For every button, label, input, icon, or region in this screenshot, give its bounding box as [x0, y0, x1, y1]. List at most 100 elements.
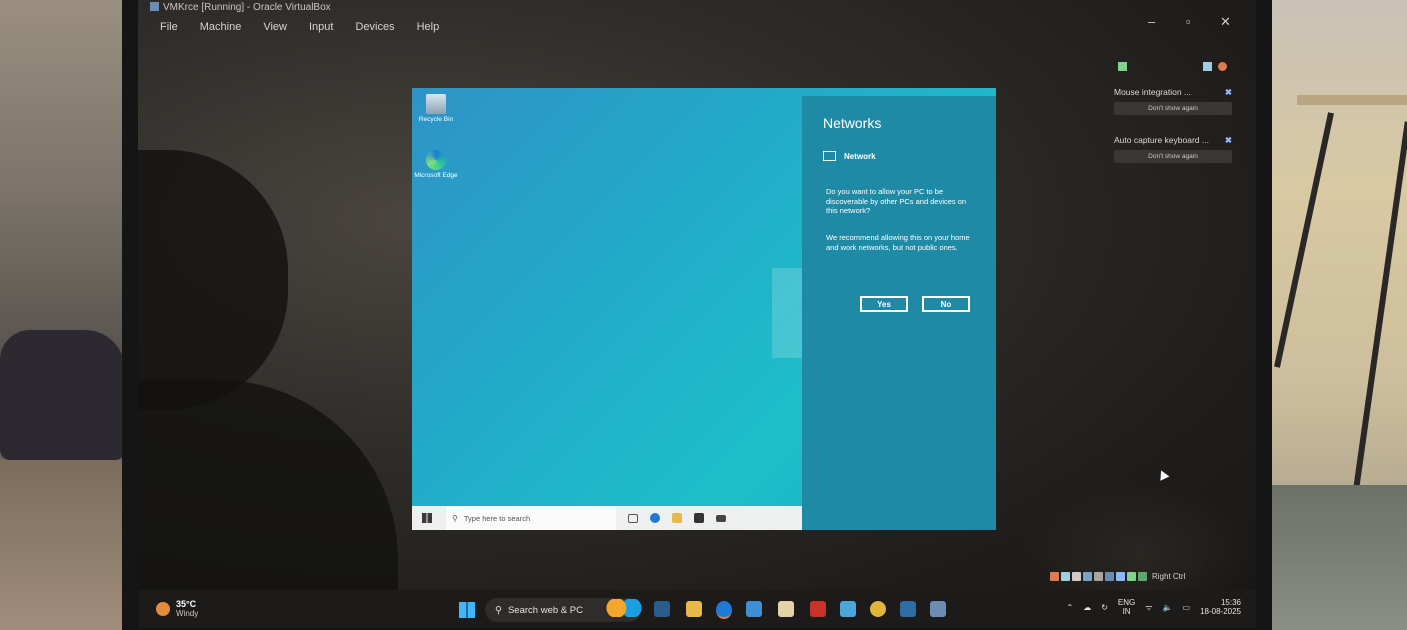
search-icon: ⚲: [495, 604, 502, 616]
chrome-icon[interactable]: [870, 601, 886, 617]
mail-icon[interactable]: [840, 601, 856, 617]
network-name: Network: [844, 151, 876, 161]
dont-show-again-button[interactable]: Don't show again: [1114, 102, 1232, 115]
search-label: Search web & PC: [507, 604, 583, 616]
vscode-icon[interactable]: [900, 601, 916, 617]
mouse-pointer: [1156, 468, 1170, 481]
refresh-icon[interactable]: ↻: [1101, 603, 1108, 612]
file-explorer-icon[interactable]: [686, 601, 702, 617]
close-icon[interactable]: ✖: [1225, 87, 1232, 98]
panel-title: Networks: [823, 115, 882, 131]
system-tray: ⌃ ☁ ↻ ENG IN ᯤ 🔈 ▭ 15:36 18-08-2025: [1066, 598, 1241, 616]
desktop-icon-recycle-bin[interactable]: Recycle Bin: [414, 94, 458, 123]
networks-panel: Networks Network Do you want to allow yo…: [802, 96, 996, 530]
task-view-icon[interactable]: [654, 601, 670, 617]
edge-icon[interactable]: [716, 601, 732, 619]
status-icon[interactable]: [1061, 572, 1070, 581]
host-taskbar: 35°C Windy ⚲ Search web & PC ⌃ ☁ ↻ ENG I…: [138, 590, 1256, 628]
vbox-status-bar: Right Ctrl: [1050, 572, 1185, 581]
volume-icon[interactable]: 🔈: [1163, 603, 1173, 612]
notification-auto-capture: Auto capture keyboard ... ✖ Don't show ag…: [1114, 135, 1232, 163]
cloud-icon[interactable]: ☁: [1083, 603, 1091, 612]
mcafee-icon[interactable]: [810, 601, 826, 617]
weather-desc: Windy: [176, 609, 199, 618]
language-code: ENG: [1117, 598, 1136, 607]
menu-help[interactable]: Help: [417, 21, 440, 33]
notification-icon[interactable]: [1118, 62, 1127, 71]
virtualbox-icon[interactable]: [930, 601, 946, 617]
status-icon[interactable]: [1116, 572, 1125, 581]
windows-start-icon[interactable]: [459, 602, 475, 618]
status-icon[interactable]: [1138, 572, 1147, 581]
vm-display[interactable]: Recycle Bin Microsoft Edge ⚲ Type here t…: [412, 88, 996, 530]
notification-mouse-integration: Mouse integration ... ✖ Don't show again: [1114, 87, 1232, 115]
clock-date: 18-08-2025: [1200, 607, 1241, 616]
discoverable-question: Do you want to allow your PC to be disco…: [826, 187, 967, 215]
photo-table-left: [0, 460, 140, 630]
dont-show-again-button[interactable]: Don't show again: [1114, 150, 1232, 163]
status-icon[interactable]: [1094, 572, 1103, 581]
status-icon[interactable]: [1218, 62, 1227, 71]
search-highlight-icon: [605, 599, 643, 617]
chevron-up-icon[interactable]: ⌃: [1066, 603, 1073, 612]
weather-icon: [156, 602, 170, 616]
screen-reflection: [1018, 480, 1256, 600]
task-view-icon[interactable]: [628, 513, 638, 523]
notification-text: Auto capture keyboard ...: [1114, 135, 1209, 145]
clock-time: 15:36: [1220, 598, 1241, 607]
edge-icon: [426, 150, 446, 170]
laptop-screen: VMKrce [Running] - Oracle VirtualBox Fil…: [138, 0, 1256, 628]
language-indicator[interactable]: ENG IN: [1118, 598, 1135, 616]
yes-button[interactable]: Yes: [860, 296, 908, 312]
region-code: IN: [1122, 607, 1131, 616]
mail-icon[interactable]: [716, 514, 726, 522]
notification-text: Mouse integration ...: [1114, 87, 1192, 97]
battery-icon[interactable]: ▭: [1183, 603, 1191, 612]
menu-devices[interactable]: Devices: [355, 21, 394, 33]
photo-bag: [0, 330, 125, 460]
virtualbox-icon: [150, 2, 159, 11]
weather-widget[interactable]: 35°C Windy: [156, 599, 198, 619]
network-item: Network: [823, 151, 876, 161]
notes-icon[interactable]: [778, 601, 794, 617]
vbox-window-title: VMKrce [Running] - Oracle VirtualBox: [150, 2, 331, 13]
host-key-label: Right Ctrl: [1152, 572, 1186, 581]
edge-icon[interactable]: [650, 513, 660, 523]
status-icon[interactable]: [1083, 572, 1092, 581]
menu-input[interactable]: Input: [309, 21, 333, 33]
store-icon[interactable]: [694, 513, 704, 523]
status-icon[interactable]: [1050, 572, 1059, 581]
close-icon[interactable]: ✕: [1220, 14, 1231, 30]
windows-start-icon[interactable]: [422, 513, 432, 523]
clock[interactable]: 15:36 18-08-2025: [1200, 598, 1241, 616]
search-icon: ⚲: [452, 513, 458, 523]
recommendation-text: We recommend allowing this on your home …: [826, 233, 970, 252]
status-icon[interactable]: [1203, 62, 1212, 71]
menu-file[interactable]: File: [160, 21, 178, 33]
vm-taskbar: ⚲ Type here to search: [412, 506, 802, 530]
vbox-title-text: VMKrce [Running] - Oracle VirtualBox: [163, 2, 331, 13]
vm-search-box[interactable]: ⚲ Type here to search: [446, 506, 616, 530]
status-icon[interactable]: [1072, 572, 1081, 581]
vbox-menubar: File Machine View Input Devices Help: [160, 21, 461, 33]
menu-machine[interactable]: Machine: [200, 21, 242, 33]
recycle-bin-icon: [426, 94, 446, 114]
wifi-icon[interactable]: ᯤ: [1145, 602, 1152, 613]
minimize-icon[interactable]: –: [1148, 14, 1155, 29]
screen-reflection: [138, 150, 288, 410]
desktop-icon-label: Microsoft Edge: [414, 172, 458, 179]
status-icon[interactable]: [1127, 572, 1136, 581]
file-explorer-icon[interactable]: [672, 513, 682, 523]
network-pc-icon: [823, 151, 836, 161]
weather-temp: 35°C: [176, 599, 197, 609]
app-icon[interactable]: [746, 601, 762, 617]
restore-icon[interactable]: ▫: [1186, 14, 1191, 29]
desktop-icon-edge[interactable]: Microsoft Edge: [414, 150, 458, 179]
close-icon[interactable]: ✖: [1225, 135, 1232, 146]
search-placeholder: Type here to search: [463, 513, 531, 523]
photo-chair-seat: [1297, 95, 1407, 105]
no-button[interactable]: No: [922, 296, 970, 312]
status-icon[interactable]: [1105, 572, 1114, 581]
menu-view[interactable]: View: [263, 21, 287, 33]
desktop-icon-label: Recycle Bin: [418, 116, 454, 123]
